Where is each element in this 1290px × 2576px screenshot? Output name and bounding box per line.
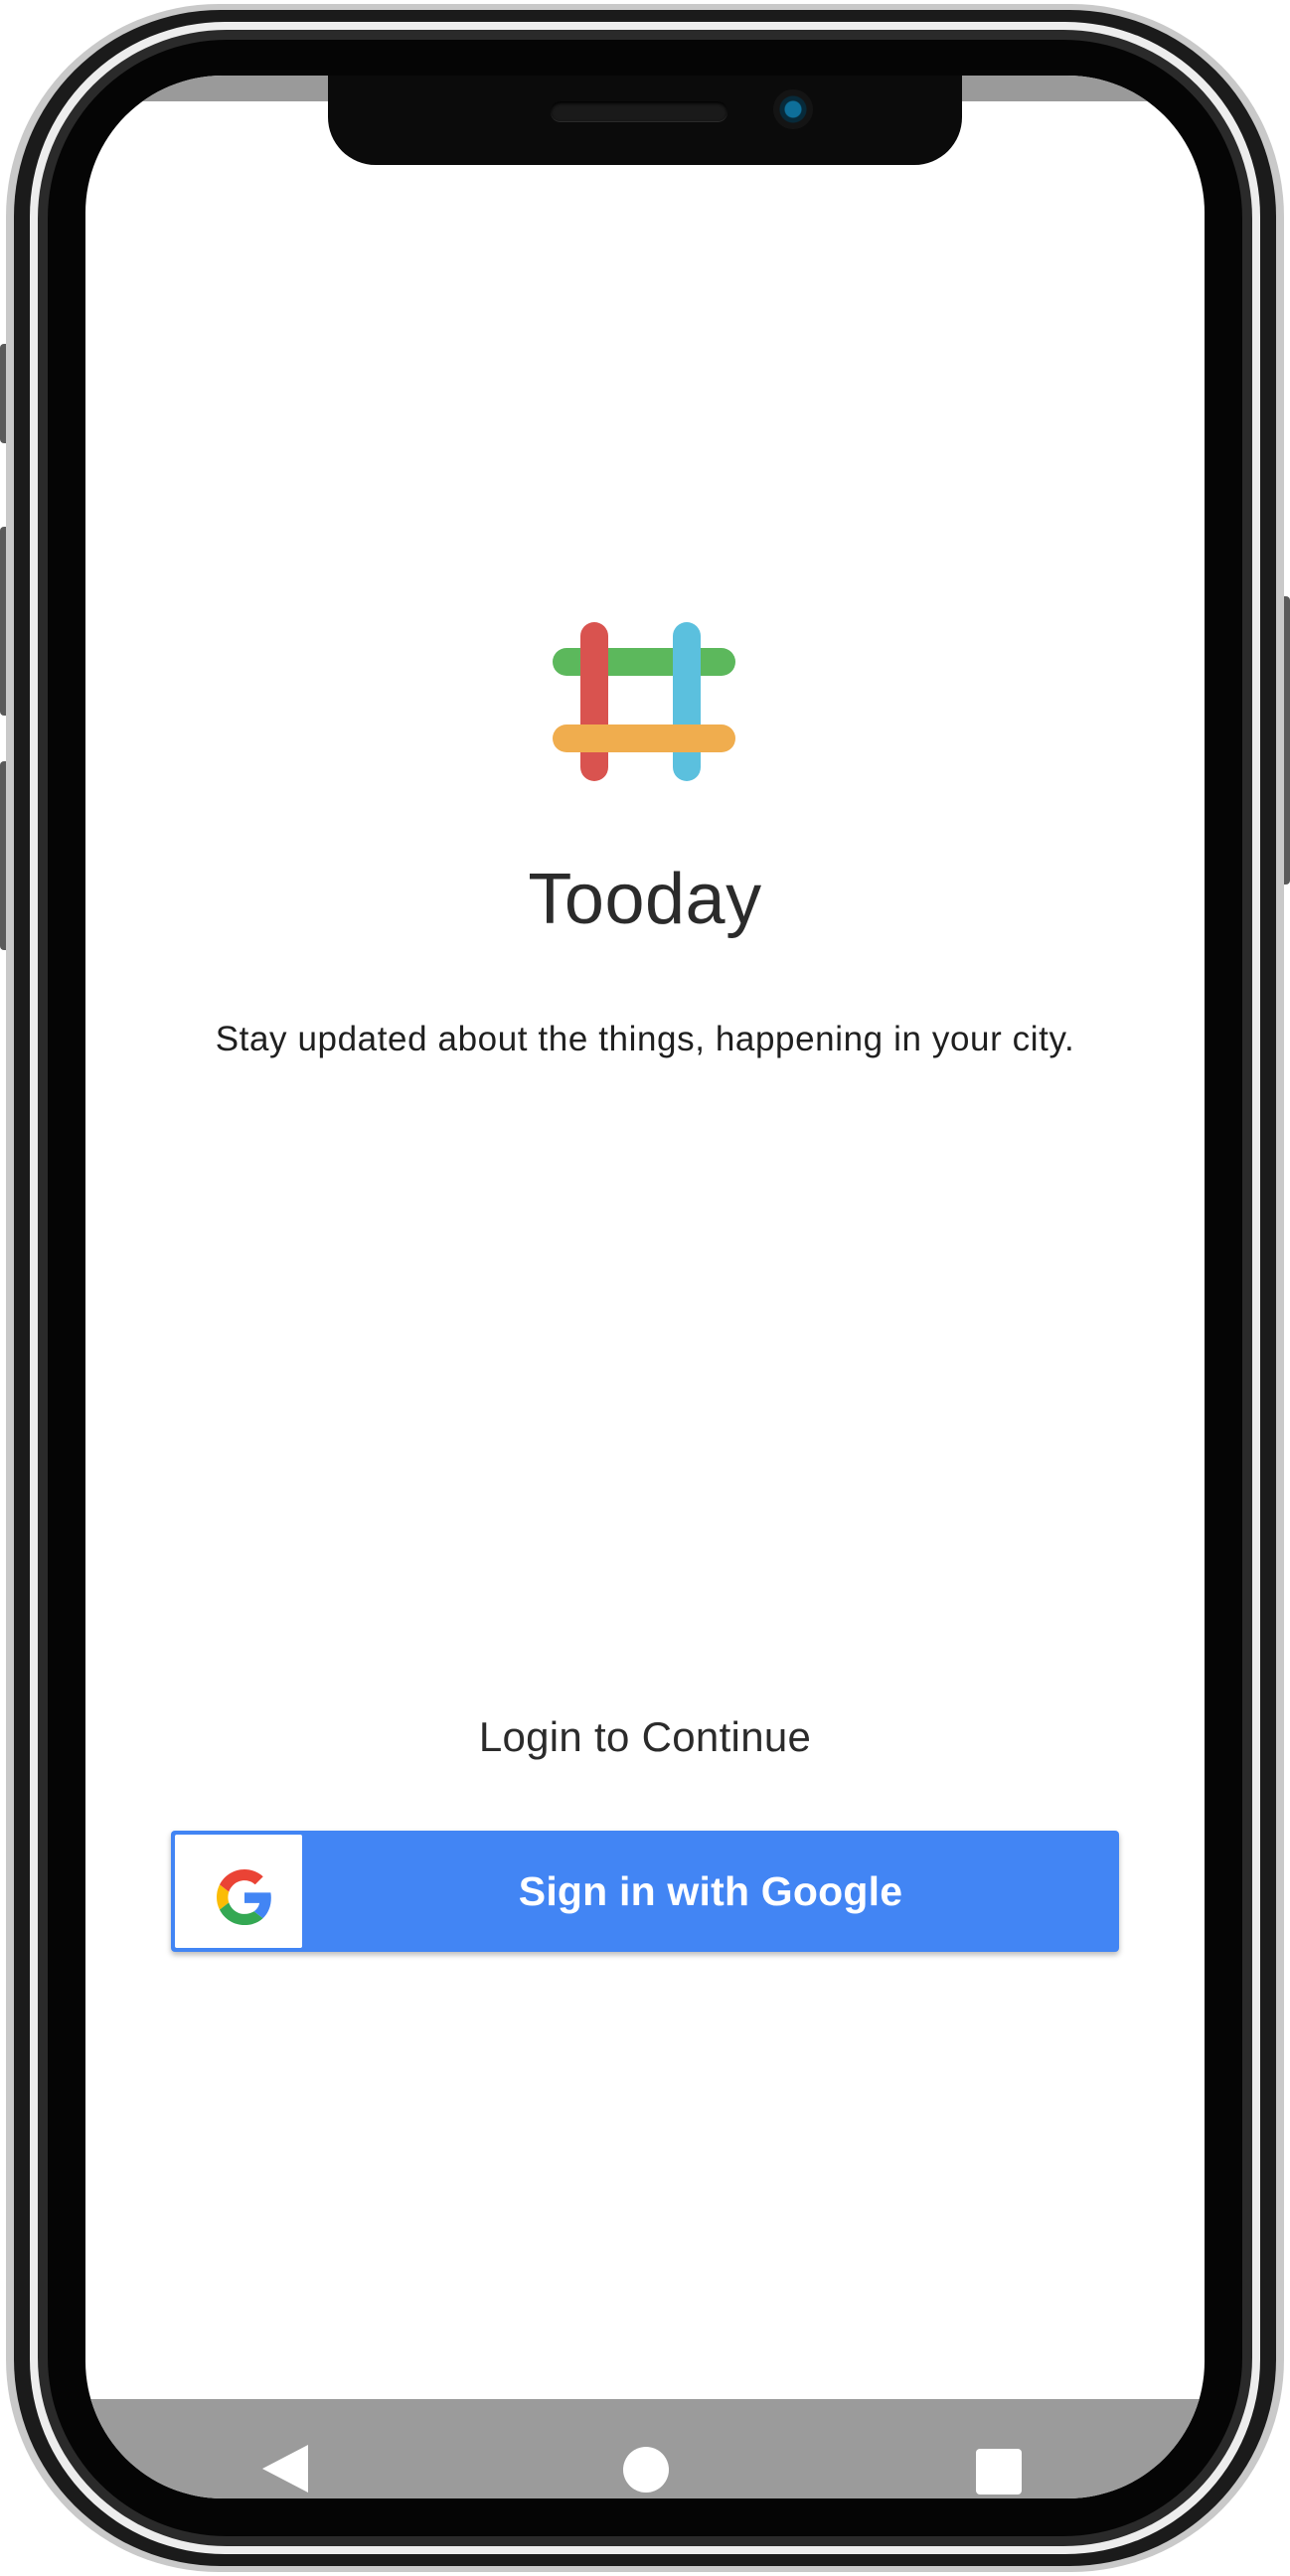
front-camera-icon <box>773 89 813 129</box>
home-circle-icon[interactable] <box>623 2447 669 2493</box>
back-triangle-icon[interactable] <box>262 2445 308 2493</box>
google-icon-container <box>175 1835 302 1948</box>
login-prompt: Login to Continue <box>478 1713 812 1760</box>
app-tagline: Stay updated about the things, happening… <box>215 1020 1075 1058</box>
app-title: Tooday <box>528 860 762 939</box>
speaker-grille <box>551 101 727 121</box>
recent-apps-square-icon[interactable] <box>976 2449 1022 2495</box>
google-sign-in-button[interactable]: Sign in with Google <box>171 1831 1119 1952</box>
google-sign-in-label: Sign in with Google <box>518 1867 903 1914</box>
phone-screen: Tooday Stay updated about the things, ha… <box>85 76 1205 2498</box>
notch <box>328 76 962 165</box>
android-nav-bar <box>85 2399 1205 2498</box>
hashtag-logo-icon <box>553 622 735 781</box>
google-g-icon <box>217 1869 271 1925</box>
phone-device: Tooday Stay updated about the things, ha… <box>0 0 1290 2576</box>
